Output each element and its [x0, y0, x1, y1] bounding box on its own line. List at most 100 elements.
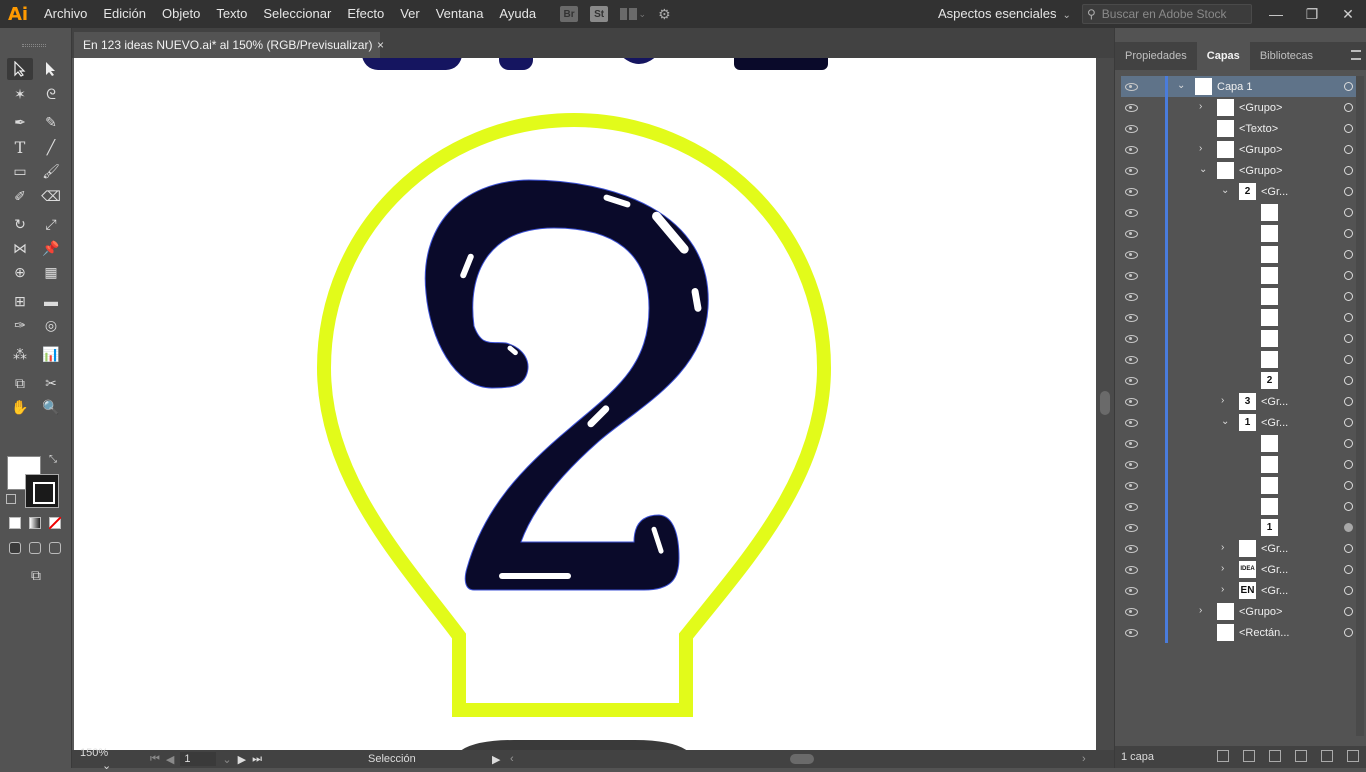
layer-name[interactable]: <Gr... — [1261, 417, 1288, 429]
menu-item-objeto[interactable]: Objeto — [154, 0, 208, 28]
chevron-right-icon[interactable]: › — [1221, 585, 1231, 595]
symbol-sprayer-icon[interactable]: ⁂ — [7, 343, 33, 365]
target-circle-icon[interactable] — [1344, 544, 1353, 553]
chevron-down-icon[interactable]: ⌄ — [1221, 417, 1231, 427]
layer-row[interactable] — [1121, 223, 1359, 244]
chevron-right-icon[interactable]: › — [1221, 564, 1231, 574]
visibility-eye-icon[interactable] — [1125, 103, 1138, 112]
layer-row[interactable]: › IDEA <Gr... — [1121, 559, 1359, 580]
layer-row[interactable]: › <Gr... — [1121, 538, 1359, 559]
target-circle-icon[interactable] — [1344, 145, 1353, 154]
close-document-icon[interactable]: × — [377, 38, 384, 52]
tab-libraries[interactable]: Bibliotecas — [1250, 42, 1323, 70]
target-circle-icon[interactable] — [1344, 565, 1353, 574]
slice-tool-icon[interactable]: ✂ — [38, 372, 64, 394]
target-circle-icon[interactable] — [1344, 250, 1353, 259]
blend-tool-icon[interactable]: ◎ — [38, 314, 64, 336]
visibility-eye-icon[interactable] — [1125, 229, 1138, 238]
visibility-eye-icon[interactable] — [1125, 292, 1138, 301]
horizontal-scroll-thumb[interactable] — [790, 754, 814, 764]
gpu-performance-icon[interactable]: ⚙ — [658, 6, 671, 23]
draw-inside-icon[interactable] — [49, 542, 61, 554]
target-circle-icon[interactable] — [1344, 439, 1353, 448]
target-circle-icon[interactable] — [1344, 355, 1353, 364]
visibility-eye-icon[interactable] — [1125, 376, 1138, 385]
visibility-eye-icon[interactable] — [1125, 313, 1138, 322]
screen-mode-icon[interactable]: ⧉ — [23, 564, 49, 586]
bridge-icon[interactable]: Br — [560, 6, 579, 22]
perspective-grid-icon[interactable]: ▦ — [38, 261, 64, 283]
magic-wand-icon[interactable]: ✶ — [7, 83, 33, 105]
target-circle-icon[interactable] — [1344, 82, 1353, 91]
selection-tool-icon[interactable] — [7, 58, 33, 80]
color-mode-icon[interactable] — [9, 517, 21, 529]
visibility-eye-icon[interactable] — [1125, 628, 1138, 637]
artboard-number-input[interactable]: 1 — [180, 752, 217, 766]
visibility-eye-icon[interactable] — [1125, 187, 1138, 196]
scroll-left-icon[interactable]: ‹ — [510, 753, 514, 765]
artboard-dropdown-icon[interactable]: ⌄ — [222, 753, 231, 766]
menu-item-edicin[interactable]: Edición — [95, 0, 154, 28]
layer-row[interactable]: › 3 <Gr... — [1121, 391, 1359, 412]
menu-item-ventana[interactable]: Ventana — [428, 0, 492, 28]
none-mode-icon[interactable] — [49, 517, 61, 529]
target-circle-icon[interactable] — [1344, 313, 1353, 322]
tab-properties[interactable]: Propiedades — [1115, 42, 1197, 70]
layer-row[interactable]: ⌄ 2 <Gr... — [1121, 181, 1359, 202]
target-circle-icon[interactable] — [1344, 376, 1353, 385]
visibility-eye-icon[interactable] — [1125, 355, 1138, 364]
target-circle-icon[interactable] — [1344, 586, 1353, 595]
gradient-mode-icon[interactable] — [29, 517, 41, 529]
layer-name[interactable]: Capa 1 — [1217, 81, 1252, 93]
lasso-icon[interactable]: ᘓ — [38, 83, 64, 105]
menu-item-efecto[interactable]: Efecto — [339, 0, 392, 28]
layer-row[interactable] — [1121, 328, 1359, 349]
target-circle-icon[interactable] — [1344, 460, 1353, 469]
draw-behind-icon[interactable] — [29, 542, 41, 554]
layer-row[interactable] — [1121, 244, 1359, 265]
layer-row[interactable]: › <Grupo> — [1121, 139, 1359, 160]
first-artboard-icon[interactable]: ⏮ — [150, 753, 160, 766]
visibility-eye-icon[interactable] — [1125, 523, 1138, 532]
visibility-eye-icon[interactable] — [1125, 544, 1138, 553]
hand-tool-icon[interactable]: ✋ — [7, 396, 33, 418]
layer-name[interactable]: <Grupo> — [1239, 165, 1282, 177]
prev-artboard-icon[interactable]: ◀ — [166, 753, 174, 766]
locate-object-icon[interactable] — [1243, 750, 1255, 762]
layer-name[interactable]: <Texto> — [1239, 123, 1278, 135]
vertical-scroll-thumb[interactable] — [1100, 391, 1110, 415]
layer-row[interactable] — [1121, 496, 1359, 517]
layer-row[interactable] — [1121, 286, 1359, 307]
layer-name[interactable]: <Gr... — [1261, 564, 1288, 576]
visibility-eye-icon[interactable] — [1125, 607, 1138, 616]
column-graph-icon[interactable]: 📊 — [38, 343, 64, 365]
width-tool-icon[interactable]: ⋈ — [7, 237, 33, 259]
default-colors-icon[interactable] — [6, 494, 16, 504]
new-sublayer-icon[interactable] — [1295, 750, 1307, 762]
scale-tool-icon[interactable]: ⤢ — [38, 213, 64, 235]
visibility-eye-icon[interactable] — [1125, 586, 1138, 595]
close-window-button[interactable]: ✕ — [1330, 0, 1366, 28]
chevron-right-icon[interactable]: › — [1221, 543, 1231, 553]
vertical-scrollbar[interactable] — [1096, 58, 1114, 750]
target-circle-icon[interactable] — [1344, 418, 1353, 427]
visibility-eye-icon[interactable] — [1125, 502, 1138, 511]
target-circle-icon[interactable] — [1344, 187, 1353, 196]
type-tool-icon[interactable]: T — [7, 136, 33, 158]
chevron-right-icon[interactable]: › — [1221, 396, 1231, 406]
clipping-mask-icon[interactable] — [1269, 750, 1281, 762]
puppet-warp-icon[interactable]: 📌 — [38, 237, 64, 259]
target-circle-icon[interactable] — [1344, 124, 1353, 133]
layer-row[interactable] — [1121, 307, 1359, 328]
menu-item-ver[interactable]: Ver — [392, 0, 428, 28]
menu-item-seleccionar[interactable]: Seleccionar — [255, 0, 339, 28]
stock-icon[interactable]: St — [590, 6, 609, 22]
layer-row[interactable]: <Rectán... — [1121, 622, 1359, 643]
chevron-down-icon[interactable]: ⌄ — [1177, 81, 1187, 91]
layer-row[interactable]: › <Grupo> — [1121, 601, 1359, 622]
visibility-eye-icon[interactable] — [1125, 166, 1138, 175]
target-circle-icon[interactable] — [1344, 628, 1353, 637]
rotate-tool-icon[interactable]: ↻ — [7, 213, 33, 235]
shape-builder-icon[interactable]: ⊕ — [7, 261, 33, 283]
shaper-tool-icon[interactable]: ✐ — [7, 185, 33, 207]
